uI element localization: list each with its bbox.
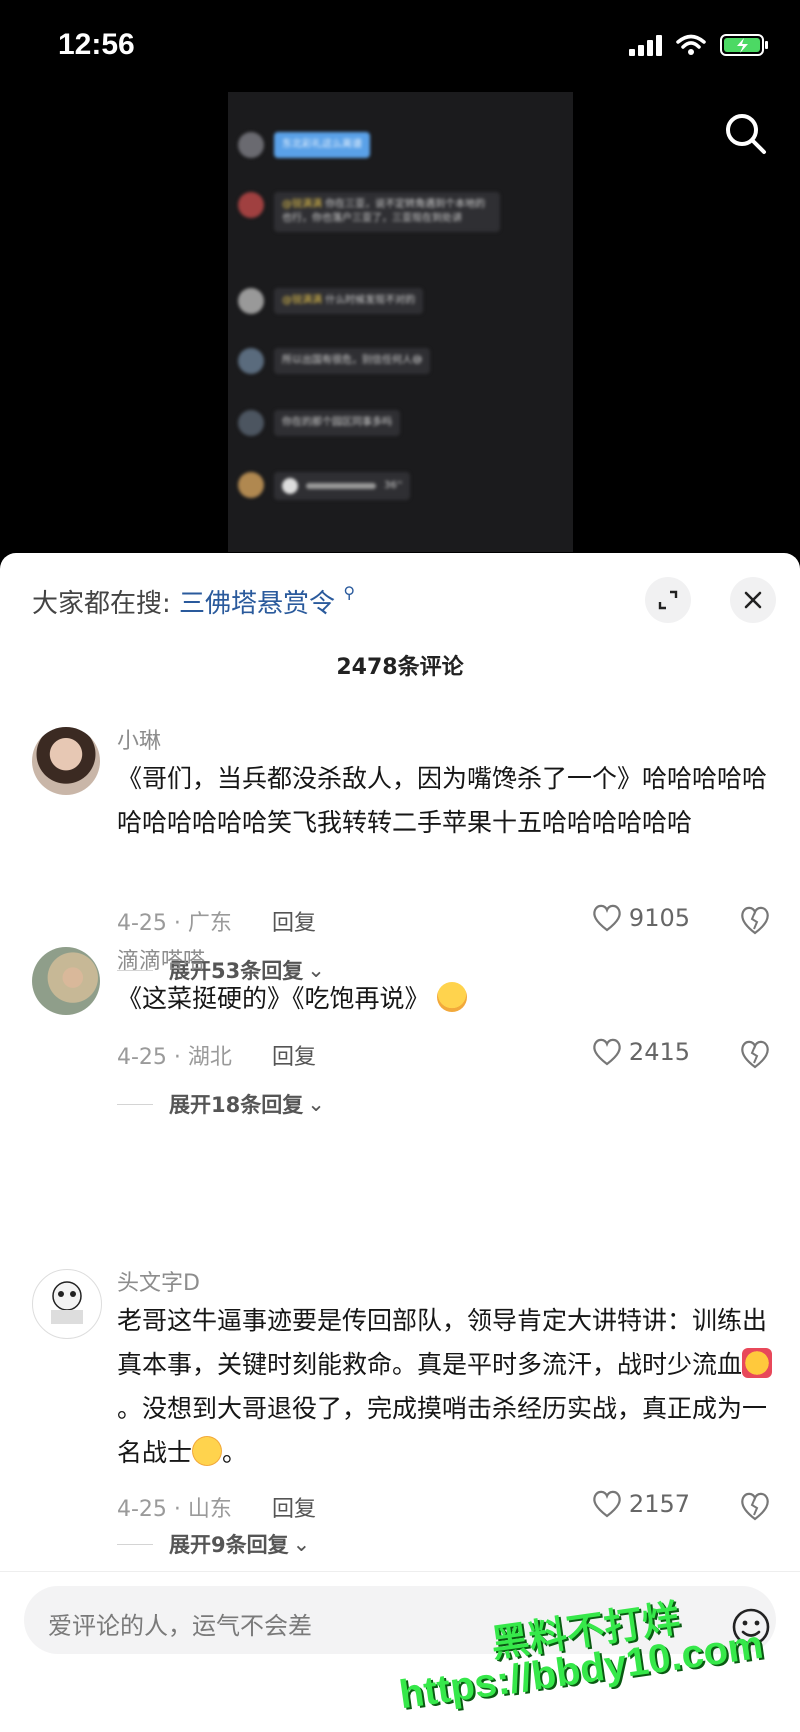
like-button[interactable]: 9105 — [591, 903, 690, 933]
comment-input[interactable]: 爱评论的人，运气不会差 — [24, 1586, 776, 1654]
comment-meta: 4-25 · 湖北 — [117, 1045, 232, 1070]
heart-icon — [593, 904, 621, 932]
wifi-icon — [676, 34, 706, 55]
comment-meta: 4-25 · 山东 — [117, 1497, 232, 1522]
chat-screenshot: 东北彩礼这么离谱 @锐满满 你在三亚，说不定转角遇到个本地的也行，你也落户三亚了… — [228, 92, 573, 552]
status-icons — [629, 34, 770, 56]
like-button[interactable]: 2415 — [591, 1037, 690, 1067]
chat-row: @锐满满 什么时候发现不对的 — [238, 288, 424, 314]
comment-author[interactable]: 头文字D — [117, 1265, 200, 1297]
thumbs-up-emoji-icon — [742, 1348, 773, 1378]
reply-button[interactable]: 回复 — [272, 905, 316, 937]
search-suggestion-label: 大家都在搜: — [32, 589, 171, 619]
chevron-down-icon: ⌄ — [292, 1532, 311, 1556]
search-icon[interactable] — [722, 110, 770, 158]
comment-sheet: 大家都在搜: 三佛塔悬赏令 ⚲ 2478条评论 小琳 《哥们，当兵都没杀敌人，因… — [0, 553, 800, 1731]
chat-avatar — [238, 132, 264, 158]
like-count: 2157 — [628, 1490, 690, 1518]
avatar[interactable] — [32, 1269, 102, 1339]
avatar[interactable] — [32, 727, 100, 795]
chat-avatar — [238, 288, 264, 314]
comment-author[interactable]: 滴滴嗒嗒 — [117, 943, 205, 975]
chat-row: 所以出国有很危，别信任何人😅 — [238, 348, 431, 374]
comment-author[interactable]: 小琳 — [117, 723, 161, 755]
like-button[interactable]: 2157 — [591, 1489, 690, 1519]
like-count: 2415 — [628, 1038, 690, 1066]
chevron-down-icon: ⌄ — [307, 1092, 325, 1116]
expand-replies[interactable]: 展开9条回复 ⌄ — [117, 1529, 310, 1559]
heart-icon — [593, 1038, 621, 1066]
avatar[interactable] — [32, 947, 100, 1015]
battery-icon — [720, 34, 768, 56]
status-time: 12:56 — [58, 28, 135, 61]
like-count: 9105 — [628, 904, 690, 932]
signal-icon — [629, 34, 662, 56]
laughing-crying-emoji-icon — [437, 982, 468, 1012]
expand-replies[interactable]: 展开18条回复 ⌄ — [117, 1089, 325, 1119]
chat-avatar — [238, 348, 264, 374]
divider-line — [117, 1103, 153, 1105]
chat-bubble: 所以出国有很危，别信任何人😅 — [274, 348, 431, 374]
reply-button[interactable]: 回复 — [272, 1039, 316, 1071]
comment-text: 老哥这牛逼事迹要是传回部队，领导肯定大讲特讲：训练出真本事，关键时刻能救命。真是… — [117, 1299, 777, 1475]
panda-meme-avatar — [51, 1281, 83, 1324]
divider-line — [117, 1543, 153, 1545]
chat-avatar — [238, 472, 264, 498]
search-suggestion[interactable]: 大家都在搜: 三佛塔悬赏令 ⚲ — [32, 583, 355, 620]
close-button[interactable] — [730, 577, 776, 623]
reply-button[interactable]: 回复 — [272, 1491, 316, 1523]
comment-text: 《这菜挺硬的》《吃饱再说》 — [117, 977, 777, 1021]
comment-input-bar: 爱评论的人，运气不会差 — [0, 1571, 800, 1732]
chat-row: @锐满满 你在三亚，说不定转角遇到个本地的也行，你也落户三亚了，三亚现在到处讲 — [238, 192, 500, 232]
status-bar: 12:56 — [0, 0, 800, 92]
play-icon — [282, 478, 298, 494]
sunglasses-emoji-icon — [192, 1436, 223, 1466]
dislike-icon[interactable] — [738, 1489, 772, 1523]
expand-icon — [658, 590, 678, 610]
search-suggestion-term[interactable]: 三佛塔悬赏令 — [179, 589, 335, 619]
video-preview[interactable]: 东北彩礼这么离谱 @锐满满 你在三亚，说不定转角遇到个本地的也行，你也落户三亚了… — [228, 92, 573, 552]
chat-row: 东北彩礼这么离谱 — [238, 132, 370, 158]
waveform — [306, 483, 376, 489]
dislike-icon[interactable] — [738, 903, 772, 937]
chat-row: 36'' — [238, 472, 411, 500]
chat-avatar — [238, 410, 264, 436]
chat-avatar — [238, 192, 264, 218]
chat-row: 你在的那个园区同事多吗 — [238, 410, 400, 436]
emoji-icon[interactable] — [730, 1606, 772, 1648]
chat-bubble: @锐满满 什么时候发现不对的 — [274, 288, 424, 314]
voice-message: 36'' — [274, 472, 411, 500]
chat-bubble: 你在的那个园区同事多吗 — [274, 410, 400, 436]
comment-text: 《哥们，当兵都没杀敌人，因为嘴馋杀了一个》哈哈哈哈哈哈哈哈哈哈哈笑飞我转转二手苹… — [117, 764, 768, 837]
comment-count: 2478条评论 — [336, 655, 464, 680]
comment-input-placeholder: 爱评论的人，运气不会差 — [48, 1612, 312, 1640]
voice-duration: 36'' — [384, 480, 403, 491]
sheet-header: 大家都在搜: 三佛塔悬赏令 ⚲ — [0, 553, 800, 633]
expand-button[interactable] — [645, 577, 691, 623]
dislike-icon[interactable] — [738, 1037, 772, 1071]
heart-icon — [593, 1490, 621, 1518]
chat-bubble: @锐满满 你在三亚，说不定转角遇到个本地的也行，你也落户三亚了，三亚现在到处讲 — [274, 192, 500, 232]
chat-bubble: 东北彩礼这么离谱 — [274, 132, 370, 158]
comment-meta: 4-25 · 广东 — [117, 911, 232, 936]
small-search-icon: ⚲ — [343, 583, 356, 602]
close-icon — [744, 591, 762, 609]
